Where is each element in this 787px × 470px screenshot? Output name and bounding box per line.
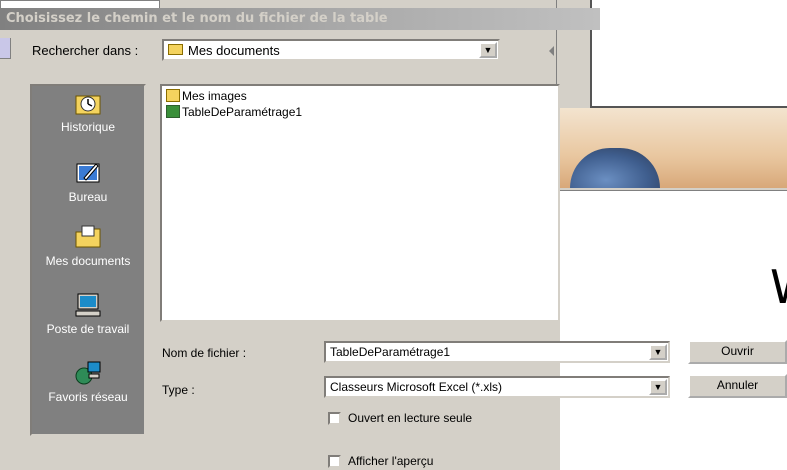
- background-document: [560, 190, 787, 470]
- lookin-combobox[interactable]: Mes documents ▼: [162, 39, 500, 61]
- preview-checkbox[interactable]: [328, 455, 341, 468]
- my-documents-icon: [75, 225, 101, 248]
- folder-icon: [166, 89, 180, 102]
- preview-image: [560, 108, 787, 188]
- open-button[interactable]: Ouvrir: [688, 340, 787, 364]
- filetype-label: Type :: [162, 383, 195, 397]
- filename-label: Nom de fichier :: [162, 346, 247, 360]
- network-places-icon: [75, 361, 101, 385]
- desktop-icon: [76, 163, 100, 183]
- place-my-documents[interactable]: Mes documents: [32, 224, 144, 268]
- filetype-combobox[interactable]: Classeurs Microsoft Excel (*.xls) ▼: [324, 376, 670, 398]
- place-my-computer[interactable]: Poste de travail: [32, 292, 144, 336]
- filetype-value: Classeurs Microsoft Excel (*.xls): [330, 380, 503, 394]
- back-arrow-icon[interactable]: [549, 46, 554, 56]
- file-name: Mes images: [182, 89, 247, 103]
- readonly-checkbox[interactable]: [328, 412, 341, 425]
- readonly-label: Ouvert en lecture seule: [348, 411, 473, 425]
- chevron-down-icon[interactable]: ▼: [649, 344, 667, 360]
- file-list[interactable]: Mes images TableDeParamétrage1: [160, 84, 560, 322]
- preview-pane: [590, 0, 787, 108]
- filename-input[interactable]: TableDeParamétrage1: [330, 345, 450, 359]
- lookin-label: Rechercher dans :: [32, 43, 139, 58]
- globe-graphic: [570, 148, 660, 188]
- history-icon: [75, 95, 101, 115]
- filename-combobox[interactable]: TableDeParamétrage1 ▼: [324, 341, 670, 363]
- file-name: TableDeParamétrage1: [182, 105, 303, 119]
- my-computer-icon: [75, 293, 101, 317]
- place-desktop[interactable]: Bureau: [32, 160, 144, 204]
- cancel-button[interactable]: Annuler: [688, 374, 787, 398]
- place-label: Favoris réseau: [48, 390, 128, 404]
- place-label: Mes documents: [45, 254, 131, 268]
- chevron-down-icon[interactable]: ▼: [649, 379, 667, 395]
- background-window-edge: [0, 38, 11, 59]
- place-history[interactable]: Historique: [32, 90, 144, 134]
- chevron-down-icon[interactable]: ▼: [479, 42, 497, 58]
- list-item[interactable]: TableDeParamétrage1: [166, 104, 302, 120]
- background-partial-letter: W: [770, 260, 787, 314]
- excel-file-icon: [166, 105, 180, 118]
- list-item[interactable]: Mes images: [166, 88, 247, 104]
- dialog-title: Choisissez le chemin et le nom du fichie…: [0, 8, 600, 30]
- place-label: Poste de travail: [46, 322, 130, 336]
- lookin-value: Mes documents: [188, 43, 280, 58]
- place-network[interactable]: Favoris réseau: [32, 360, 144, 404]
- place-label: Historique: [60, 120, 116, 134]
- place-label: Bureau: [68, 190, 108, 204]
- preview-label: Afficher l'aperçu: [348, 454, 434, 468]
- folder-icon: [168, 44, 183, 55]
- places-bar: Historique Bureau Mes documents Poste de…: [30, 84, 146, 436]
